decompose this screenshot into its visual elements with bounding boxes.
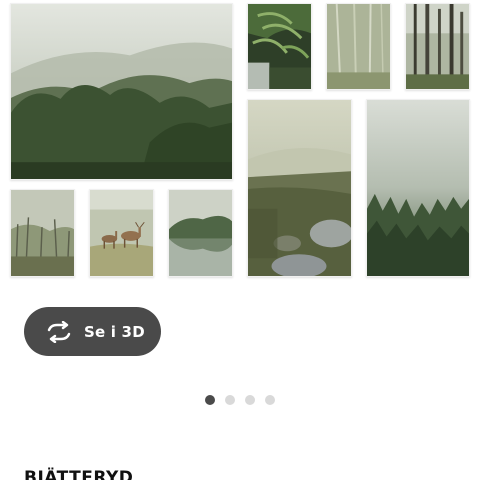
pagination-dot-2[interactable] <box>225 395 235 405</box>
pagination-dot-3[interactable] <box>245 395 255 405</box>
product-page: Se i 3D BJÄTTERYD <box>0 0 480 480</box>
carousel-pagination <box>205 395 275 405</box>
foggy-pine-valley-photo[interactable] <box>366 99 470 277</box>
product-title: BJÄTTERYD <box>24 468 134 480</box>
misty-forest-hill-photo[interactable] <box>10 3 233 180</box>
rotate-arrows-icon <box>44 320 74 343</box>
fern-waterfall-photo[interactable] <box>247 3 312 90</box>
pagination-dot-4[interactable] <box>265 395 275 405</box>
misty-lake-photo[interactable] <box>168 189 233 277</box>
misty-bare-trees-photo[interactable] <box>10 189 75 277</box>
view-in-3d-label: Se i 3D <box>84 322 145 341</box>
view-in-3d-button[interactable]: Se i 3D <box>24 307 161 356</box>
misty-birch-trees-photo[interactable] <box>326 3 391 90</box>
tall-pine-forest-photo[interactable] <box>405 3 470 90</box>
foggy-moor-rocks-photo[interactable] <box>247 99 352 277</box>
deer-in-meadow-photo[interactable] <box>89 189 154 277</box>
pagination-dot-1[interactable] <box>205 395 215 405</box>
